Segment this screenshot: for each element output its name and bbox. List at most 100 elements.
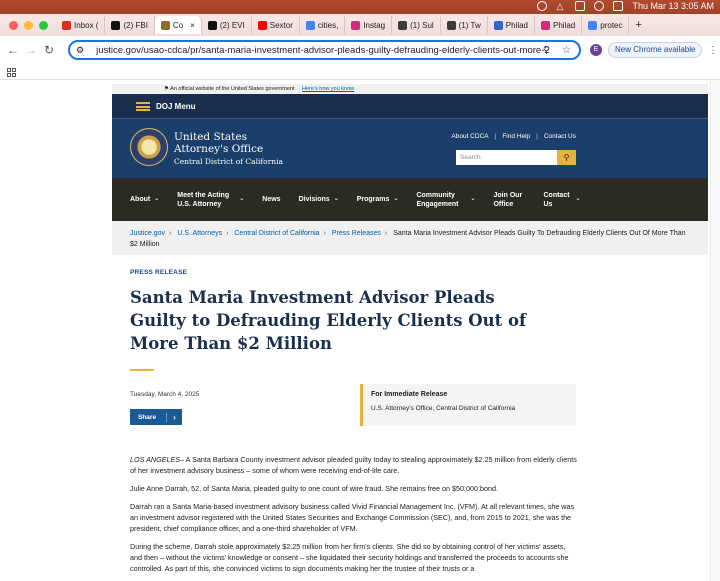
share-button[interactable]: Share ›	[130, 409, 182, 425]
about-cdca-link[interactable]: About CDCA	[451, 133, 488, 140]
apps-grid-icon[interactable]	[7, 68, 16, 77]
new-chrome-available-button[interactable]: New Chrome available	[608, 42, 703, 58]
release-heading: For Immediate Release	[371, 391, 448, 398]
breadcrumb-link[interactable]: Central District of California	[234, 230, 319, 237]
doj-menu-button[interactable]: DOJ Menu	[156, 102, 196, 111]
chevron-down-icon: ⌄	[470, 196, 476, 202]
chevron-down-icon: ⌄	[333, 196, 339, 202]
chevron-down-icon: ⌄	[575, 196, 581, 202]
tab-favicon-icon	[305, 20, 315, 30]
office-name[interactable]: United States Attorney's Office Central …	[174, 131, 283, 166]
find-help-link[interactable]: Find Help	[502, 133, 530, 140]
gov-banner: ⚑ An official website of the United Stat…	[112, 84, 708, 94]
browser-tab[interactable]: Philad	[535, 16, 583, 34]
browser-tab-active[interactable]: Co ×	[154, 16, 202, 34]
browser-tab[interactable]: (1) Sul	[392, 16, 441, 34]
nav-item-divisions[interactable]: Divisions ⌄	[299, 195, 339, 204]
window-controls	[0, 20, 56, 30]
article-paragraph: Julie Anne Darrah, 52, of Santa Maria, p…	[130, 483, 498, 493]
link-divider: |	[536, 133, 538, 140]
zoom-search-icon[interactable]: ⚲	[543, 45, 550, 56]
search-icon[interactable]	[594, 1, 605, 11]
tab-favicon-icon	[493, 20, 503, 30]
release-source: U.S. Attorney's Office, Central District…	[371, 405, 516, 412]
contact-us-link[interactable]: Contact Us	[544, 133, 576, 140]
release-info-box: For Immediate Release U.S. Attorney's Of…	[360, 384, 576, 426]
article-paragraph: LOS ANGELES– A Santa Barbara County inve…	[130, 455, 577, 476]
site-info-icon[interactable]: ⚙	[76, 45, 84, 56]
web-page: ⚑ An official website of the United Stat…	[0, 80, 720, 581]
profile-avatar[interactable]: E	[590, 44, 602, 56]
forward-arrow-icon[interactable]: →	[22, 43, 40, 57]
nav-item-news[interactable]: News	[262, 195, 280, 204]
browser-tab[interactable]: Sextor	[252, 16, 300, 34]
macos-menu-bar: △ Thu Mar 13 3:05 AM	[0, 0, 720, 14]
breadcrumb-link[interactable]: U.S. Attorneys	[177, 230, 222, 237]
site-search: Search ⚲	[456, 150, 576, 165]
browser-tab[interactable]: (2) EVI	[202, 16, 252, 34]
page-title: Santa Maria Investment Advisor Pleads Gu…	[130, 288, 527, 353]
breadcrumb-separator: ›	[384, 230, 388, 237]
wifi-icon[interactable]: △	[556, 1, 566, 11]
new-tab-button[interactable]: +	[629, 19, 647, 31]
zoom-window-icon[interactable]	[39, 20, 48, 30]
tab-favicon-icon	[160, 20, 170, 30]
breadcrumb-link[interactable]: Press Releases	[332, 230, 381, 237]
close-tab-icon[interactable]: ×	[190, 21, 195, 30]
menu-bar-clock[interactable]: Thu Mar 13 3:05 AM	[632, 1, 714, 11]
publish-date: Tuesday, March 4, 2025	[130, 391, 200, 398]
bookmark-star-icon[interactable]: ☆	[562, 45, 571, 56]
nav-item-community-engagement[interactable]: Community Engagement ⌄	[416, 191, 475, 209]
browser-tab[interactable]: Inbox (	[56, 16, 106, 34]
search-button-icon[interactable]: ⚲	[557, 150, 576, 165]
tab-favicon-icon	[398, 20, 408, 30]
doj-seal-logo[interactable]	[130, 128, 168, 166]
tab-favicon-icon	[257, 20, 267, 30]
tab-favicon-icon	[588, 20, 598, 30]
browser-tab[interactable]: protec	[582, 16, 630, 34]
title-divider	[130, 369, 154, 371]
chevron-down-icon: ⌄	[393, 196, 399, 202]
breadcrumb-separator: ›	[323, 230, 326, 237]
reload-icon[interactable]: ↻	[40, 43, 58, 57]
back-arrow-icon[interactable]: ←	[4, 43, 22, 57]
search-input[interactable]: Search	[456, 150, 557, 165]
heres-how-you-know-link[interactable]: Here's how you know	[302, 86, 354, 92]
tab-favicon-icon	[62, 20, 71, 30]
close-window-icon[interactable]	[9, 20, 18, 30]
browser-tab[interactable]: Instag	[345, 16, 393, 34]
nav-item-join-our-office[interactable]: Join Our Office	[493, 191, 525, 209]
chevron-down-icon: ⌄	[239, 196, 245, 202]
link-divider: |	[494, 133, 497, 140]
tab-favicon-icon	[541, 20, 550, 30]
article-body: LOS ANGELES– A Santa Barbara County inve…	[130, 454, 578, 581]
nav-item-about[interactable]: About ⌄	[130, 195, 159, 204]
chevron-right-icon: ›	[166, 412, 182, 422]
page-scrollbar[interactable]	[710, 80, 720, 581]
browser-tab[interactable]: cities,	[300, 16, 346, 34]
media-icon[interactable]	[537, 1, 548, 11]
dateline: LOS ANGELES	[130, 455, 181, 464]
article-kicker: PRESS RELEASE	[130, 269, 188, 276]
browser-tab[interactable]: Philad	[488, 16, 535, 34]
breadcrumb-separator: ›	[169, 230, 172, 237]
battery-icon[interactable]	[575, 1, 586, 11]
page-content: ⚑ An official website of the United Stat…	[112, 80, 708, 581]
browser-tab[interactable]: (2) FBI	[105, 16, 155, 34]
minimize-window-icon[interactable]	[24, 20, 33, 30]
nav-item-meet-acting-us-attorney[interactable]: Meet the Acting U.S. Attorney ⌄	[177, 191, 244, 209]
bookmarks-bar	[0, 64, 720, 80]
us-flag-icon: ⚑	[164, 86, 169, 92]
more-menu-icon[interactable]: ⋮	[708, 45, 718, 56]
utility-links: About CDCA | Find Help | Contact Us	[451, 133, 576, 140]
browser-tab[interactable]: (1) Tw	[441, 16, 488, 34]
address-bar[interactable]: ⚙ justice.gov/usao-cdca/pr/santa-maria-i…	[68, 40, 581, 60]
breadcrumb-link[interactable]: Justice.gov	[130, 230, 165, 237]
chevron-down-icon: ⌄	[154, 196, 160, 202]
hamburger-menu-icon[interactable]	[136, 101, 150, 111]
tab-favicon-icon	[351, 20, 361, 30]
control-center-icon[interactable]	[613, 1, 624, 11]
main-navigation: About ⌄ Meet the Acting U.S. Attorney ⌄ Ne…	[112, 178, 708, 221]
nav-item-contact-us[interactable]: Contact Us ⌄	[543, 191, 580, 209]
nav-item-programs[interactable]: Programs ⌄	[357, 195, 399, 204]
